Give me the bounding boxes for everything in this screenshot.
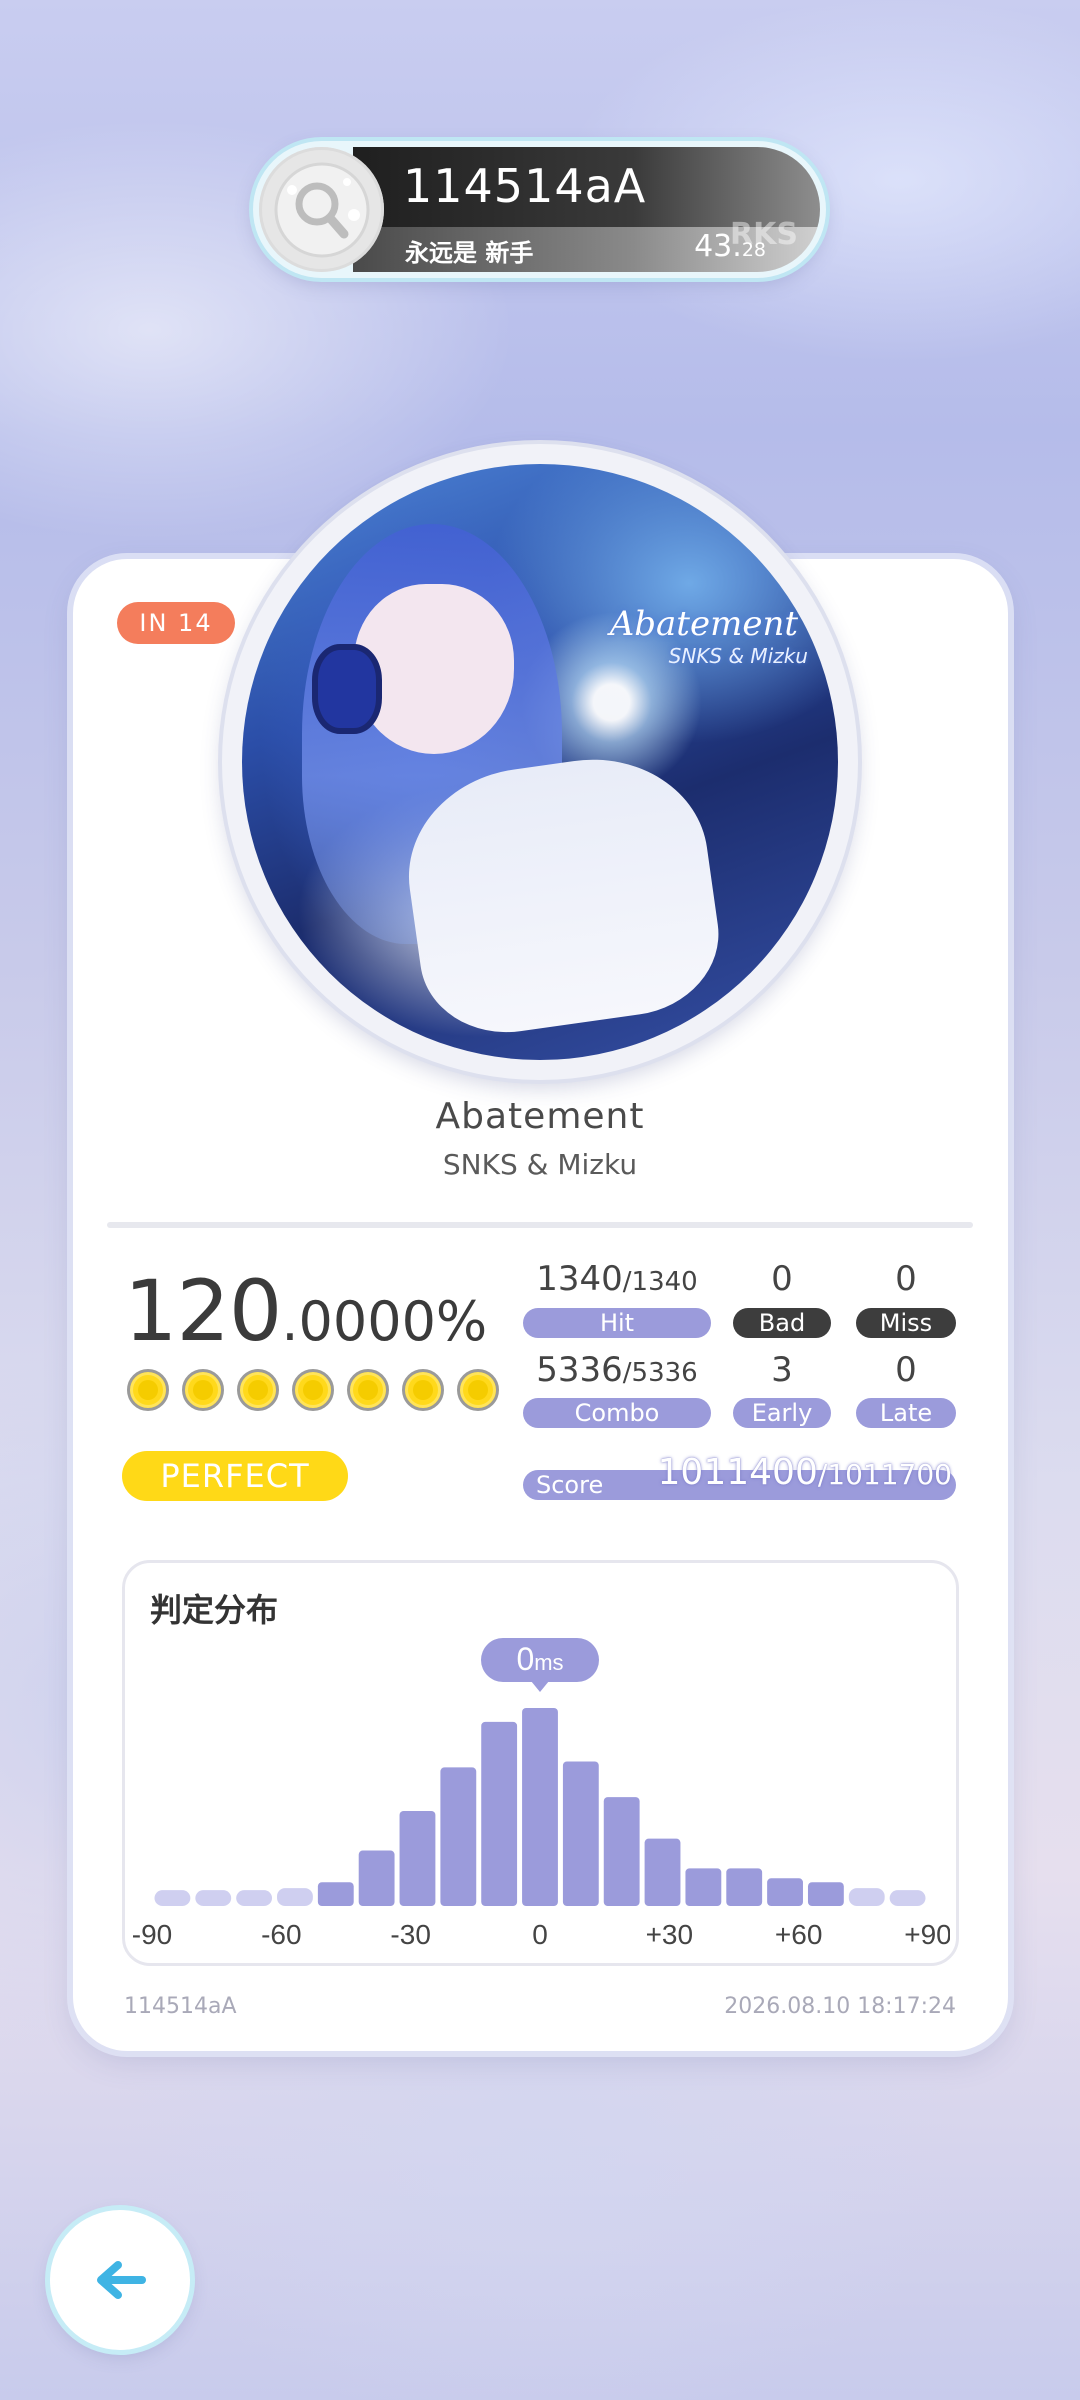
combo-value: 5336 xyxy=(536,1350,623,1390)
distribution-bar xyxy=(481,1721,518,1906)
judgement-dot xyxy=(182,1369,224,1411)
player-avatar[interactable] xyxy=(259,147,384,272)
hit-value: 1340 xyxy=(536,1259,623,1299)
combo-total: /5336 xyxy=(622,1358,698,1388)
distribution-bar xyxy=(277,1888,313,1906)
divider xyxy=(107,1222,973,1228)
distribution-tick-label: +60 xyxy=(775,1919,823,1950)
score-label: Score xyxy=(536,1471,604,1499)
bad-value: 0 xyxy=(771,1259,793,1299)
distribution-tick-label: -30 xyxy=(390,1919,430,1950)
grade-badge: PERFECT xyxy=(122,1451,348,1501)
player-name: 114514aA xyxy=(403,159,647,213)
distribution-title: 判定分布 xyxy=(150,1591,279,1629)
distribution-tick-label: +90 xyxy=(904,1919,950,1950)
accuracy-int: 120 xyxy=(124,1262,282,1360)
accuracy: 120.0000% xyxy=(124,1262,487,1360)
distribution-tick-label: -90 xyxy=(132,1919,172,1950)
rks-int: 43. xyxy=(694,229,742,264)
distribution-bar xyxy=(726,1868,763,1906)
judgement-dot xyxy=(237,1369,279,1411)
distribution-tick-label: 0 xyxy=(532,1919,548,1950)
judgement-dot xyxy=(402,1369,444,1411)
distribution-bar xyxy=(767,1878,803,1906)
combo-count: 5336/5336 xyxy=(523,1350,711,1390)
miss-value: 0 xyxy=(895,1259,917,1299)
late-value: 0 xyxy=(895,1350,917,1390)
distribution-chart: -90 -60 -30 0 +30 +60 +90 0ms xyxy=(132,1638,950,1950)
judgement-dot xyxy=(457,1369,499,1411)
offset-bubble-tip xyxy=(531,1681,549,1692)
cover-headphone xyxy=(312,644,382,734)
distribution-bar xyxy=(399,1810,436,1906)
rks-decimal: 28 xyxy=(741,239,766,261)
score-current: 1011400 xyxy=(657,1452,818,1493)
distribution-bar xyxy=(522,1708,558,1906)
rks-value: 43.28 xyxy=(694,229,766,264)
early-value: 3 xyxy=(771,1350,793,1390)
player-title: 永远是 新手 xyxy=(405,239,534,267)
offset-bubble-unit: ms xyxy=(534,1650,563,1675)
distribution-bar xyxy=(685,1868,722,1906)
combo-label: Combo xyxy=(523,1398,711,1428)
song-artist: SNKS & Mizku xyxy=(442,1148,638,1181)
footer-timestamp: 2026.08.10 18:17:24 xyxy=(724,1994,956,2019)
footer-player-name: 114514aA xyxy=(124,1994,237,2019)
distribution-bar xyxy=(603,1797,640,1906)
miss-label: Miss xyxy=(856,1308,956,1338)
magnifier-avatar-icon xyxy=(274,162,369,257)
offset-bubble: 0ms xyxy=(481,1638,599,1692)
accuracy-frac: .0000% xyxy=(281,1290,488,1353)
cover-title: Abatement xyxy=(609,604,798,644)
hit-label: Hit xyxy=(523,1308,711,1338)
arrow-left-icon xyxy=(97,2261,146,2299)
player-info-bar[interactable]: 114514aA 永远是 新手 RKS 43.28 xyxy=(253,141,826,278)
distribution-bar xyxy=(236,1890,273,1906)
distribution-bar xyxy=(440,1767,477,1906)
cover-art: Abatement SNKS & Mizku xyxy=(242,464,838,1060)
score-total: /1011700 xyxy=(817,1458,952,1491)
early-label: Early xyxy=(733,1398,831,1428)
back-button[interactable] xyxy=(50,2210,190,2350)
distribution-bar xyxy=(154,1890,191,1906)
hit-total: /1340 xyxy=(622,1267,698,1297)
song-cover: Abatement SNKS & Mizku xyxy=(222,444,858,1080)
cover-artist: SNKS & Mizku xyxy=(668,644,808,668)
distribution-bar xyxy=(562,1761,599,1906)
distribution-bar xyxy=(317,1882,354,1906)
distribution-bar xyxy=(358,1850,395,1906)
distribution-bar xyxy=(807,1882,844,1906)
judgement-dot xyxy=(347,1369,389,1411)
distribution-bar xyxy=(848,1888,885,1906)
distribution-bar xyxy=(195,1890,232,1906)
score-value: 1011400/1011700 xyxy=(658,1452,952,1493)
bad-label: Bad xyxy=(733,1308,831,1338)
distribution-tick-label: -60 xyxy=(261,1919,301,1950)
judgement-dot xyxy=(292,1369,334,1411)
hit-count: 1340/1340 xyxy=(523,1259,711,1299)
offset-bubble-value: 0 xyxy=(516,1641,534,1677)
distribution-tick-label: +30 xyxy=(646,1919,694,1950)
late-label: Late xyxy=(856,1398,956,1428)
judgement-dot xyxy=(127,1369,169,1411)
song-title: Abatement xyxy=(435,1096,645,1137)
distribution-bar xyxy=(889,1890,926,1906)
difficulty-badge: IN 14 xyxy=(117,602,235,644)
distribution-bar xyxy=(644,1838,681,1906)
judgement-dots xyxy=(127,1369,499,1411)
